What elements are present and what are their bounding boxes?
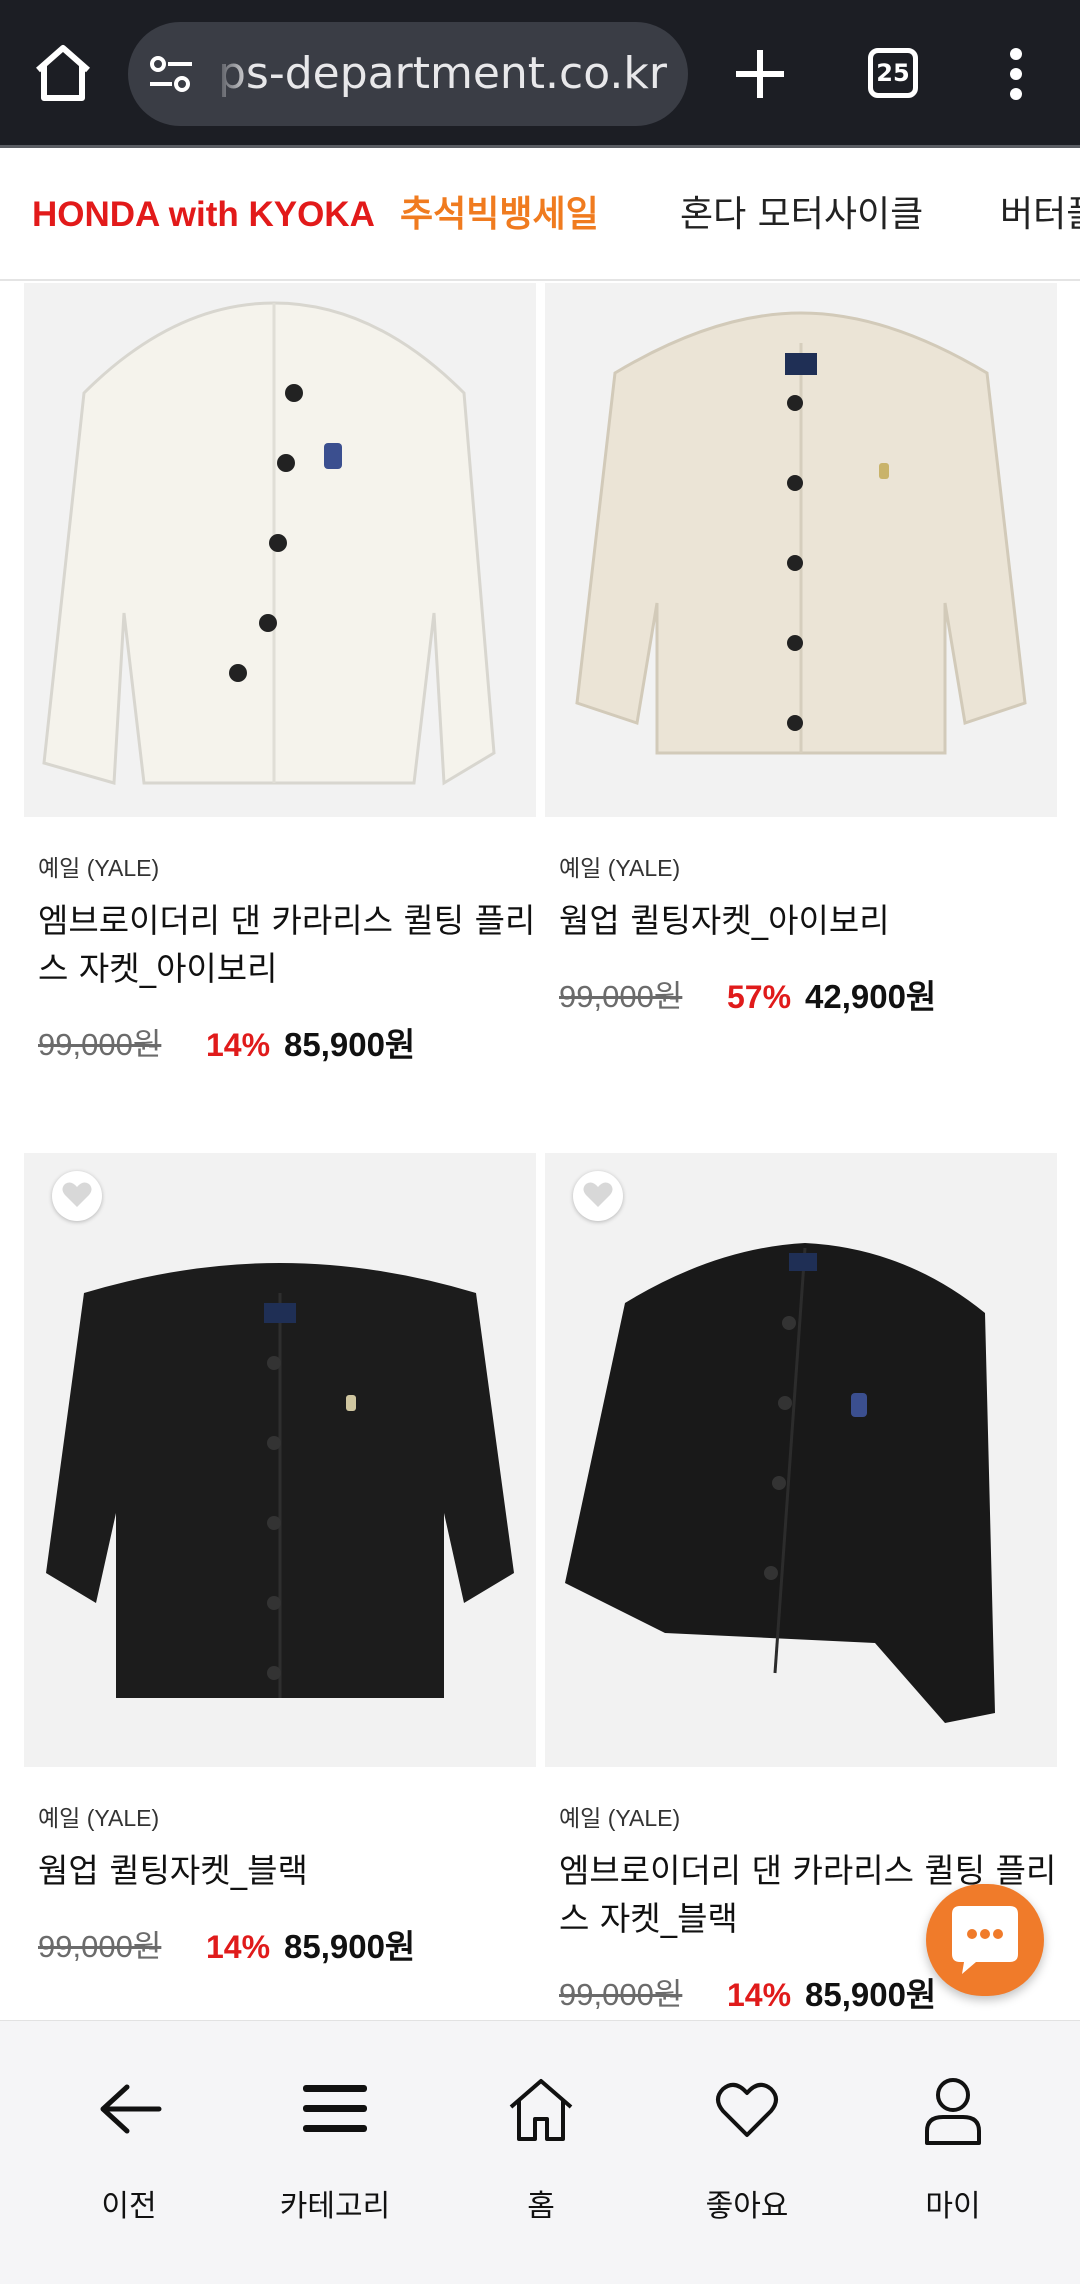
discount-rate: 14% (206, 1929, 271, 1965)
heart-icon (583, 1182, 613, 1207)
user-icon (925, 2078, 981, 2145)
original-price: 99,000원 (559, 1977, 683, 2012)
original-price: 99,000원 (559, 979, 683, 1014)
category-tab-honda-motorcycle[interactable]: 혼다 모터사이클 (680, 151, 923, 279)
nav-home[interactable]: 홈 (438, 2021, 644, 2284)
product-brand: 예일 (YALE) (559, 1805, 681, 1831)
tab-switcher-button[interactable]: 25 (868, 48, 918, 98)
bottom-nav: 이전 카테고리 홈 좋아요 마이 (0, 2020, 1080, 2284)
product-name[interactable]: 웜업 퀼팅자켓_아이보리 (559, 897, 1059, 945)
chat-button[interactable] (926, 1884, 1044, 1996)
nav-back[interactable]: 이전 (26, 2021, 232, 2284)
like-button[interactable] (52, 1171, 102, 1221)
more-options-icon[interactable] (1000, 46, 1034, 102)
browser-toolbar: ps-department.co.kr 25 (0, 0, 1080, 148)
sale-price: 85,900원 (284, 1026, 416, 1063)
discount-rate: 14% (206, 1027, 271, 1063)
jacket-image (565, 1243, 995, 1723)
product-image[interactable] (545, 283, 1057, 817)
product-image[interactable] (24, 283, 536, 817)
url-fade (212, 22, 252, 126)
sale-price: 85,900원 (284, 1928, 416, 1965)
back-arrow-icon (100, 2084, 162, 2134)
nav-my-label: 마이 (925, 2189, 981, 2224)
product-image[interactable] (24, 1153, 536, 1767)
product-name[interactable]: 웜업 퀼팅자켓_블랙 (38, 1847, 538, 1895)
nav-my[interactable]: 마이 (850, 2021, 1056, 2284)
home-icon (509, 2079, 573, 2141)
product-brand: 예일 (YALE) (559, 855, 681, 881)
discount-rate: 14% (727, 1977, 792, 2013)
category-tab-chuseok-sale[interactable]: 추석빅뱅세일 (400, 151, 599, 279)
home-icon[interactable] (30, 40, 96, 106)
jacket-image (42, 301, 496, 786)
nav-home-label: 홈 (527, 2189, 555, 2224)
product-brand: 예일 (YALE) (38, 855, 160, 881)
like-button[interactable] (573, 1171, 623, 1221)
category-tab-honda-kyoka[interactable]: HONDA with KYOKA (32, 151, 375, 279)
sale-price: 42,900원 (805, 978, 937, 1015)
jacket-image (575, 311, 1027, 755)
category-tab-butter[interactable]: 버터플 (1000, 151, 1080, 279)
original-price: 99,000원 (38, 1027, 162, 1062)
original-price: 99,000원 (38, 1929, 162, 1964)
jacket-image (46, 1263, 514, 1698)
nav-category[interactable]: 카테고리 (232, 2021, 438, 2284)
product-card[interactable]: 예일 (YALE) 웜업 퀼팅자켓_블랙 99,000원 14% 85,900원 (24, 1153, 536, 2013)
site-settings-icon[interactable] (148, 54, 194, 94)
nav-category-label: 카테고리 (279, 2189, 391, 2224)
hamburger-menu-icon (303, 2085, 367, 2132)
chat-bubble-icon (952, 1906, 1018, 1974)
discount-rate: 57% (727, 979, 792, 1015)
heart-icon (62, 1182, 92, 1207)
product-brand: 예일 (YALE) (38, 1805, 160, 1831)
product-card[interactable]: 예일 (YALE) 웜업 퀼팅자켓_아이보리 99,000원 57% 42,90… (545, 283, 1057, 1083)
category-nav: HONDA with KYOKA 추석빅뱅세일 혼다 모터사이클 버터플 (0, 151, 1080, 281)
address-bar[interactable]: ps-department.co.kr (128, 22, 688, 126)
product-card[interactable]: 예일 (YALE) 엠브로이더리 댄 카라리스 퀼팅 플리스 자켓_아이보리 9… (24, 283, 536, 1083)
product-name[interactable]: 엠브로이더리 댄 카라리스 퀼팅 플리스 자켓_아이보리 (38, 897, 538, 993)
heart-icon (716, 2082, 778, 2137)
nav-likes[interactable]: 좋아요 (644, 2021, 850, 2284)
sale-price: 85,900원 (805, 1976, 937, 2013)
product-image[interactable] (545, 1153, 1057, 1767)
nav-back-label: 이전 (101, 2189, 157, 2224)
new-tab-icon[interactable] (730, 44, 790, 104)
url-text[interactable]: ps-department.co.kr (218, 44, 688, 104)
nav-likes-label: 좋아요 (705, 2189, 789, 2224)
